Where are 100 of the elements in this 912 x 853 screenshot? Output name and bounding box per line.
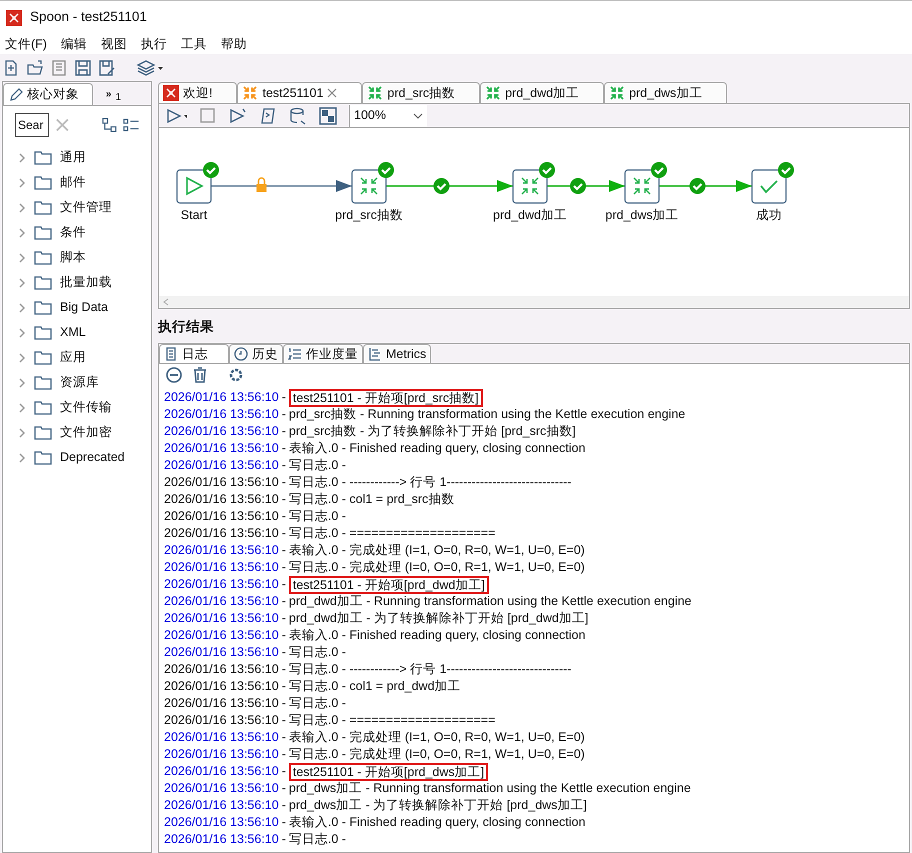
preview-icon[interactable] <box>229 106 247 124</box>
tree-item[interactable]: 通用 <box>3 145 151 170</box>
minus-circle-icon[interactable] <box>165 366 183 384</box>
expand-chevron-icon[interactable] <box>18 378 26 388</box>
script-icon[interactable] <box>259 106 277 124</box>
tree-item[interactable]: 应用 <box>3 345 151 370</box>
folder-icon <box>34 200 52 214</box>
transformation-node[interactable] <box>512 162 555 204</box>
log-timestamp: 2026/01/16 13:56:10 <box>164 627 279 644</box>
success-node[interactable] <box>751 162 794 204</box>
log-separator: - <box>280 457 287 474</box>
expand-chevron-icon[interactable] <box>18 202 26 212</box>
editor-tab[interactable]: test251101 <box>237 82 362 103</box>
log-message: 写日志.0 - 完成处理 (I=0, O=0, R=1, W=1, U=0, E=0) <box>288 746 585 764</box>
expand-chevron-icon[interactable] <box>18 328 26 338</box>
trash-icon[interactable] <box>191 366 209 384</box>
log-separator: - <box>280 610 287 628</box>
results-tab[interactable]: 日志 <box>159 344 229 364</box>
results-title: 执行结果 <box>158 318 214 336</box>
editor-tab[interactable]: prd_dws加工 <box>604 82 728 103</box>
log-message: 写日志.0 - <box>288 831 346 848</box>
panel-tab[interactable]: » 1 <box>100 83 151 105</box>
tree-item[interactable]: 脚本 <box>3 245 151 270</box>
save-as-icon[interactable] <box>98 58 116 76</box>
tree-item[interactable]: 文件管理 <box>3 195 151 220</box>
tree-item[interactable]: 文件加密 <box>3 420 151 445</box>
panel-tab[interactable]: 核心对象 <box>3 83 93 105</box>
window-title: Spoon - test251101 <box>30 8 147 26</box>
open-folder-icon[interactable] <box>26 58 44 76</box>
arrows-out-icon <box>242 85 258 101</box>
menu-item[interactable]: 视图 <box>100 34 127 54</box>
tree-view-icon[interactable] <box>102 117 117 133</box>
editor-tab[interactable]: prd_dwd加工 <box>480 82 604 103</box>
stop-icon[interactable] <box>199 106 217 124</box>
tree-item[interactable]: Big Data <box>3 295 151 320</box>
align-grid-icon[interactable] <box>319 106 337 124</box>
menu-item[interactable]: 工具 <box>180 34 207 54</box>
menu-item[interactable]: 文件(F) <box>5 34 47 54</box>
expand-chevron-icon[interactable] <box>18 428 26 438</box>
log-timestamp: 2026/01/16 13:56:10 <box>164 508 279 526</box>
log-separator: - <box>280 814 287 832</box>
transformation-node[interactable] <box>624 162 667 204</box>
menu-item[interactable]: 编辑 <box>60 34 87 54</box>
log-message: 写日志.0 - ------------> 行号 1------------------------------ <box>288 474 572 492</box>
tree-item[interactable]: 条件 <box>3 220 151 245</box>
editor-tab[interactable]: prd_src抽数 <box>362 82 480 103</box>
log-message: prd_dwd加工 - 为了转换解除补丁开始 [prd_dwd加工] <box>288 610 588 628</box>
zoom-dropdown[interactable]: 100% <box>349 104 427 126</box>
log-message: 表输入.0 - Finished reading query, closing connection <box>288 440 586 458</box>
close-icon[interactable] <box>327 88 338 98</box>
tree-item[interactable]: Deprecated <box>3 445 151 470</box>
log-message: 写日志.0 - ==================== <box>288 525 496 542</box>
list-view-icon[interactable] <box>122 117 140 133</box>
tree-item[interactable]: 文件传输 <box>3 395 151 420</box>
menu-item[interactable]: 执行 <box>140 34 167 54</box>
log-timestamp: 2026/01/16 13:56:10 <box>164 695 279 712</box>
log-timestamp: 2026/01/16 13:56:10 <box>164 712 279 730</box>
tree-item[interactable]: 资源库 <box>3 370 151 395</box>
expand-chevron-icon[interactable] <box>18 302 26 312</box>
menu-item[interactable]: 帮助 <box>220 34 247 54</box>
results-tab[interactable]: 历史 <box>229 344 283 364</box>
expand-chevron-icon[interactable] <box>18 402 26 412</box>
expand-chevron-icon[interactable] <box>18 278 26 288</box>
search-field[interactable]: Sear <box>15 113 49 137</box>
app-logo-icon <box>163 85 179 101</box>
results-tab[interactable]: Metrics <box>363 344 432 364</box>
log-separator: - <box>280 593 287 610</box>
folder-icon <box>34 276 52 290</box>
tree-item[interactable]: XML <box>3 320 151 345</box>
log-timestamp: 2026/01/16 13:56:10 <box>164 525 279 542</box>
log-separator: - <box>280 474 287 492</box>
transformation-node[interactable] <box>351 162 394 204</box>
log-timestamp: 2026/01/16 13:56:10 <box>164 763 279 780</box>
log-message: 写日志.0 - <box>288 508 346 526</box>
log-timestamp: 2026/01/16 13:56:10 <box>164 491 279 508</box>
node-label: prd_dwd加工 <box>493 208 567 222</box>
expand-chevron-icon[interactable] <box>18 178 26 188</box>
tree-item[interactable]: 批量加载 <box>3 270 151 295</box>
expand-chevron-icon[interactable] <box>18 252 26 262</box>
log-separator: - <box>280 797 287 814</box>
node-label: Start <box>180 208 208 222</box>
database-search-icon[interactable] <box>289 106 307 124</box>
log-timestamp: 2026/01/16 13:56:10 <box>164 797 279 814</box>
tree-item[interactable]: 邮件 <box>3 170 151 195</box>
editor-tab[interactable]: 欢迎! <box>158 82 238 103</box>
layers-icon[interactable] <box>136 58 164 76</box>
expand-chevron-icon[interactable] <box>18 228 26 238</box>
expand-chevron-icon[interactable] <box>18 152 26 162</box>
log-icon <box>164 347 178 362</box>
log-separator: - <box>280 576 287 594</box>
log-timestamp: 2026/01/16 13:56:10 <box>164 831 279 848</box>
save-icon[interactable] <box>74 58 92 76</box>
expand-chevron-icon[interactable] <box>18 452 26 462</box>
expand-chevron-icon[interactable] <box>18 352 26 362</box>
log-timestamp: 2026/01/16 13:56:10 <box>164 661 279 678</box>
log-separator: - <box>280 644 287 662</box>
results-tab[interactable]: 作业度量 <box>283 344 363 364</box>
folder-icon <box>34 400 52 414</box>
start-node[interactable] <box>176 162 219 204</box>
explore-icon[interactable] <box>50 58 68 76</box>
